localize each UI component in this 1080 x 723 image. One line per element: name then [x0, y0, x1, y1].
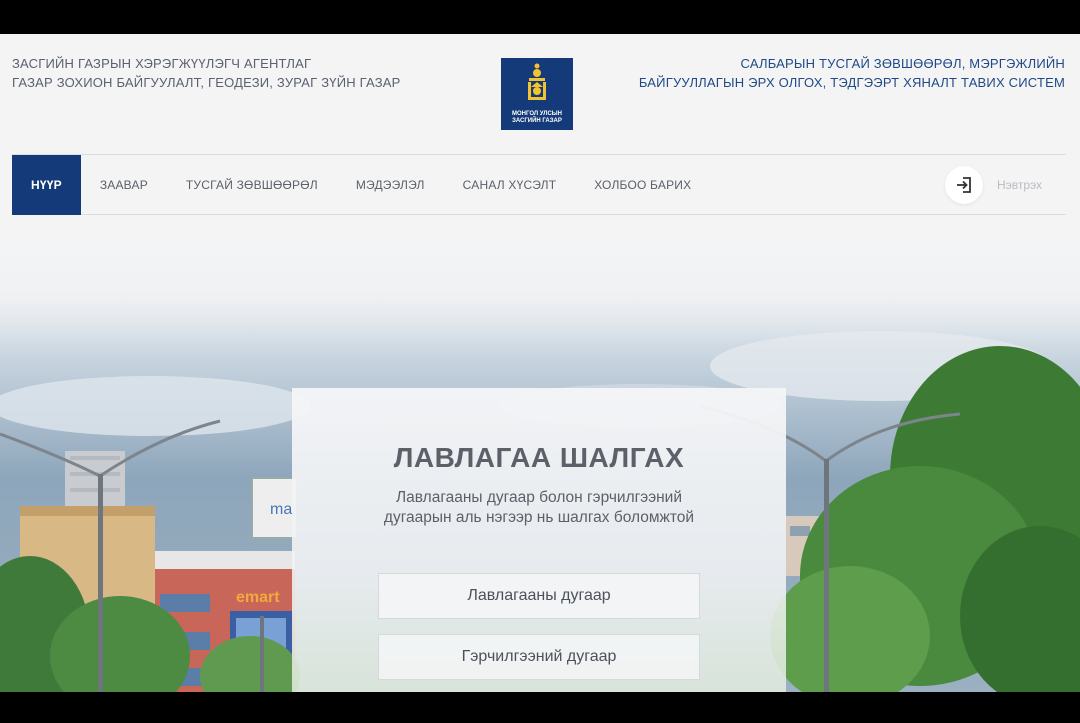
login-icon: [944, 166, 983, 204]
login-button[interactable]: Нэвтрэх: [944, 165, 1042, 205]
browser-viewport: ЗАСГИЙН ГАЗРЫН ХЭРЭГЖҮҮЛЭГЧ АГЕНТЛАГ ГАЗ…: [0, 34, 1080, 692]
nav-item-instructions[interactable]: ЗААВАР: [81, 155, 167, 215]
reference-number-input[interactable]: Лавлагааны дугаар: [378, 573, 700, 619]
nav-item-contact[interactable]: ХОЛБОО БАРИХ: [575, 155, 710, 215]
agency-line-2: ГАЗАР ЗОХИОН БАЙГУУЛАЛТ, ГЕОДЕЗИ, ЗУРАГ …: [12, 75, 401, 90]
lookup-card: ЛАВЛАГАА ШАЛГАХ Лавлагааны дугаар болон …: [292, 388, 786, 692]
hero-banner: emart ma ЛАВЛАГАА ШАЛГАХ Лавлагааны дуга…: [0, 216, 1080, 692]
system-line-2: БАЙГУУЛЛАГЫН ЭРХ ОЛГОХ, ТЭДГЭЭРТ ХЯНАЛТ …: [638, 75, 1065, 90]
billboard-text: ma: [270, 501, 292, 518]
government-emblem-logo[interactable]: МОНГОЛ УЛСЫН ЗАСГИЙН ГАЗАР: [501, 58, 573, 130]
main-navigation: НҮҮР ЗААВАР ТУСГАЙ ЗӨВШӨӨРӨЛ МЭДЭЭЛЭЛ СА…: [12, 154, 1066, 215]
login-label: Нэвтрэх: [996, 178, 1042, 192]
store-sign: emart: [236, 589, 280, 606]
nav-item-information[interactable]: МЭДЭЭЛЭЛ: [337, 155, 444, 215]
agency-name: ЗАСГИЙН ГАЗРЫН ХЭРЭГЖҮҮЛЭГЧ АГЕНТЛАГ ГАЗ…: [12, 54, 401, 92]
agency-line-1: ЗАСГИЙН ГАЗРЫН ХЭРЭГЖҮҮЛЭГЧ АГЕНТЛАГ: [12, 56, 312, 71]
system-name: САЛБАРЫН ТУСГАЙ ЗӨВШӨӨРӨЛ, МЭРГЭЖЛИЙН БА…: [639, 54, 1065, 92]
nav-item-home[interactable]: НҮҮР: [12, 155, 81, 215]
lookup-title: ЛАВЛАГАА ШАЛГАХ: [393, 442, 685, 473]
nav-item-special-permit[interactable]: ТУСГАЙ ЗӨВШӨӨРӨЛ: [167, 155, 337, 215]
lookup-subtitle: Лавлагааны дугаар болон гэрчилгээний дуг…: [383, 489, 695, 526]
soyombo-icon: [528, 63, 546, 100]
certificate-number-input[interactable]: Гэрчилгээний дугаар: [378, 634, 700, 680]
emblem-caption: МОНГОЛ УЛСЫН ЗАСГИЙН ГАЗАР: [512, 111, 562, 124]
nav-item-feedback[interactable]: САНАЛ ХҮСЭЛТ: [444, 155, 576, 215]
system-line-1: САЛБАРЫН ТУСГАЙ ЗӨВШӨӨРӨЛ, МЭРГЭЖЛИЙН: [740, 56, 1065, 71]
